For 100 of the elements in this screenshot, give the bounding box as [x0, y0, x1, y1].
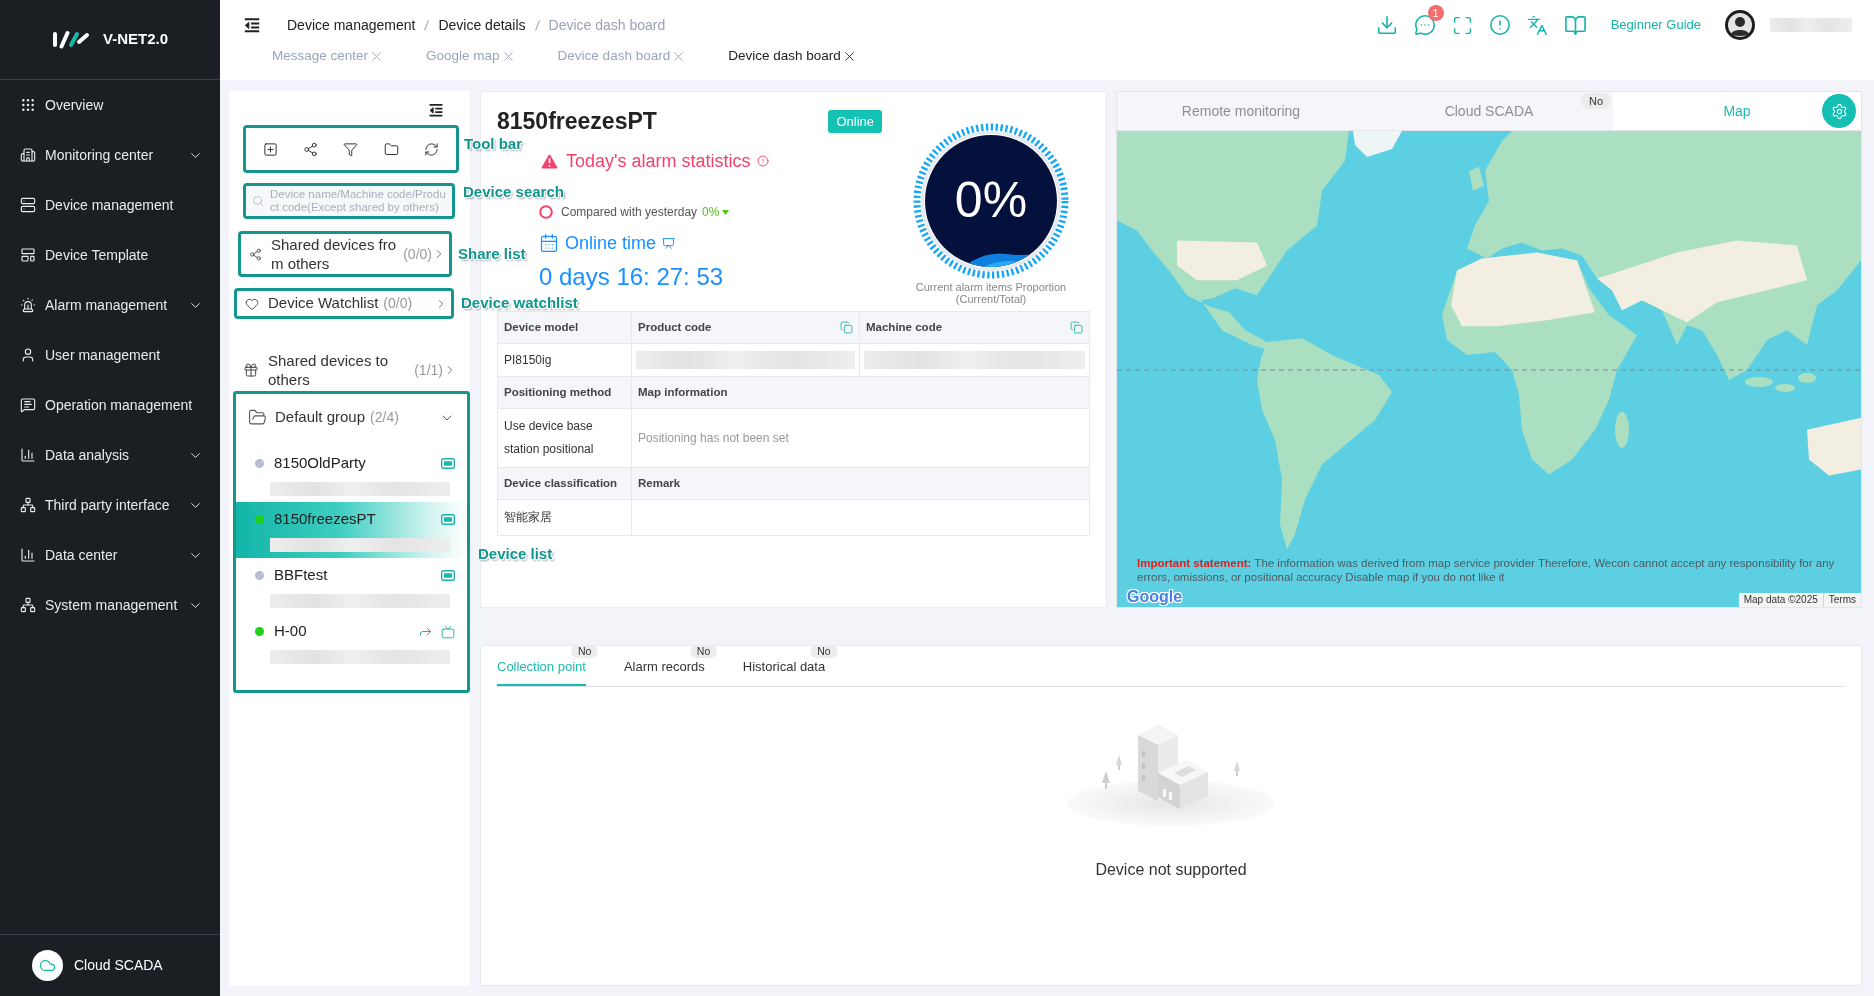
sidebar-item[interactable]: System management: [0, 580, 220, 630]
share-icon[interactable]: [303, 141, 319, 157]
column-label: Product code: [638, 320, 712, 335]
folder-icon: [248, 408, 267, 427]
download-icon[interactable]: [1375, 14, 1398, 36]
fullscreen-icon[interactable]: [1451, 14, 1473, 36]
message-icon: [20, 397, 36, 413]
alert-icon[interactable]: [1488, 14, 1511, 36]
bar-chart-icon: [20, 547, 36, 563]
filter-icon[interactable]: [343, 141, 359, 157]
column-label: Device model: [504, 320, 579, 335]
breadcrumb-link[interactable]: Device details: [438, 14, 526, 36]
map-tab[interactable]: Cloud SCADA No: [1365, 92, 1613, 130]
search-icon: [252, 195, 264, 207]
share-icon: [249, 247, 262, 261]
sidebar-item[interactable]: Alarm management: [0, 280, 220, 330]
ring-icon: [539, 205, 553, 219]
copy-icon[interactable]: [1070, 321, 1083, 334]
copy-icon[interactable]: [840, 321, 853, 334]
detail-tab[interactable]: Alarm records: [623, 658, 705, 686]
terms-link[interactable]: Terms: [1823, 593, 1861, 607]
hierarchy-icon: [20, 597, 36, 613]
count-badge: No: [810, 645, 838, 658]
count-badge: No: [1580, 93, 1611, 109]
book-icon[interactable]: [1563, 13, 1587, 37]
device-list-item[interactable]: BBFtest: [236, 558, 467, 614]
column-label: Remark: [638, 476, 681, 491]
sidebar-item[interactable]: User management: [0, 330, 220, 380]
annotation-label: Device list: [478, 545, 553, 562]
shared-to-others-item[interactable]: Shared devices to others (1/1): [243, 352, 457, 388]
presentation-icon[interactable]: [662, 236, 676, 250]
sidebar-item[interactable]: Third party interface: [0, 480, 220, 530]
sidebar-item[interactable]: Operation management: [0, 380, 220, 430]
hierarchy-icon: [20, 497, 36, 513]
alarm-title: Today's alarm statistics: [566, 149, 751, 173]
annotation-label: Device watchlist: [461, 294, 578, 311]
breadcrumb-link[interactable]: Device management: [287, 14, 416, 36]
compare-label: Compared with yesterday: [561, 204, 698, 221]
column-label: Device classification: [504, 476, 618, 491]
device-card-icon[interactable]: [441, 570, 455, 581]
empty-state-message: Device not supported: [1095, 860, 1247, 880]
avatar-icon[interactable]: [1725, 10, 1755, 40]
count-badge: No: [570, 645, 599, 658]
logo-text: V-NET2.0: [103, 29, 169, 50]
settings-icon: [1830, 102, 1848, 120]
column-label: Map information: [638, 385, 728, 400]
tv-icon[interactable]: [441, 624, 455, 639]
search-field[interactable]: Device name/Machine code/Product code(Except shared by others): [243, 183, 455, 219]
menu-fold-icon[interactable]: [243, 16, 261, 34]
bar-chart-icon: [20, 447, 36, 463]
watchlist-item[interactable]: Device Watchlist (0/0): [234, 288, 454, 319]
map-data-label: Map data ©2025: [1738, 593, 1824, 607]
heart-icon: [245, 296, 259, 311]
device-card-icon[interactable]: [441, 514, 455, 525]
detail-tab[interactable]: Historical data: [742, 658, 826, 686]
status-badge: Online: [828, 109, 882, 133]
online-time-title: Online time: [565, 231, 657, 255]
column-label: Machine code: [866, 320, 943, 335]
building-icon: [20, 147, 36, 163]
user-icon: [20, 347, 36, 363]
count-badge: No: [689, 645, 718, 658]
sidebar-item[interactable]: Device management: [0, 180, 220, 230]
page-tab[interactable]: Device dash board: [728, 45, 857, 67]
translate-icon[interactable]: [1526, 14, 1548, 36]
refresh-icon[interactable]: [424, 141, 440, 157]
device-title: 8150freezesPT: [497, 108, 657, 134]
breadcrumb-separator-icon: [424, 19, 430, 31]
annotation-label: Share list: [458, 245, 526, 262]
online-duration: 0 days 16: 27: 53: [539, 263, 725, 291]
device-card-icon[interactable]: [441, 458, 455, 469]
compare-value: 0%: [702, 204, 720, 221]
cloud-icon: [32, 950, 63, 981]
cloud-scada-link[interactable]: Cloud SCADA: [0, 934, 220, 996]
notification-badge: 1: [1427, 5, 1444, 21]
gauge-value: 0%: [953, 174, 1029, 226]
map-disclaimer: Important statement: The information was derived from map service provider Therefore, Wecon cannot accept any responsibility for any errors, omissions, or positional accuracy Disable map if you do not like it: [1137, 556, 1836, 584]
sidebar-item[interactable]: Data center: [0, 530, 220, 580]
device-list-item[interactable]: 8150OldParty: [236, 446, 467, 502]
annotation-label: Device search: [463, 183, 564, 200]
device-list-item[interactable]: H-00: [236, 614, 467, 670]
sidebar-item[interactable]: Overview: [0, 80, 220, 130]
grid-icon: [20, 97, 36, 113]
siren-icon: [20, 297, 36, 313]
sidebar-item[interactable]: Device Template: [0, 230, 220, 280]
device-list-item[interactable]: 8150freezesPT: [236, 502, 467, 558]
table-cell: 智能家居: [498, 500, 632, 536]
annotation-label: Tool bar: [464, 135, 523, 152]
template-icon: [20, 247, 36, 263]
collapse-list-icon[interactable]: [428, 102, 444, 118]
gauge-caption: Current alarm items Proportion (Current/Total): [914, 281, 1068, 305]
add-icon[interactable]: [262, 141, 278, 157]
folder-icon[interactable]: [383, 141, 399, 157]
server-icon: [20, 197, 36, 213]
group-header[interactable]: Default group (2/4): [236, 394, 467, 441]
sidebar-item[interactable]: Data analysis: [0, 430, 220, 480]
calendar-icon: [539, 233, 559, 253]
sidebar-item[interactable]: Monitoring center: [0, 130, 220, 180]
column-label: Positioning method: [504, 385, 612, 400]
info-icon[interactable]: [756, 155, 769, 167]
breadcrumb-separator-icon: [534, 19, 540, 31]
